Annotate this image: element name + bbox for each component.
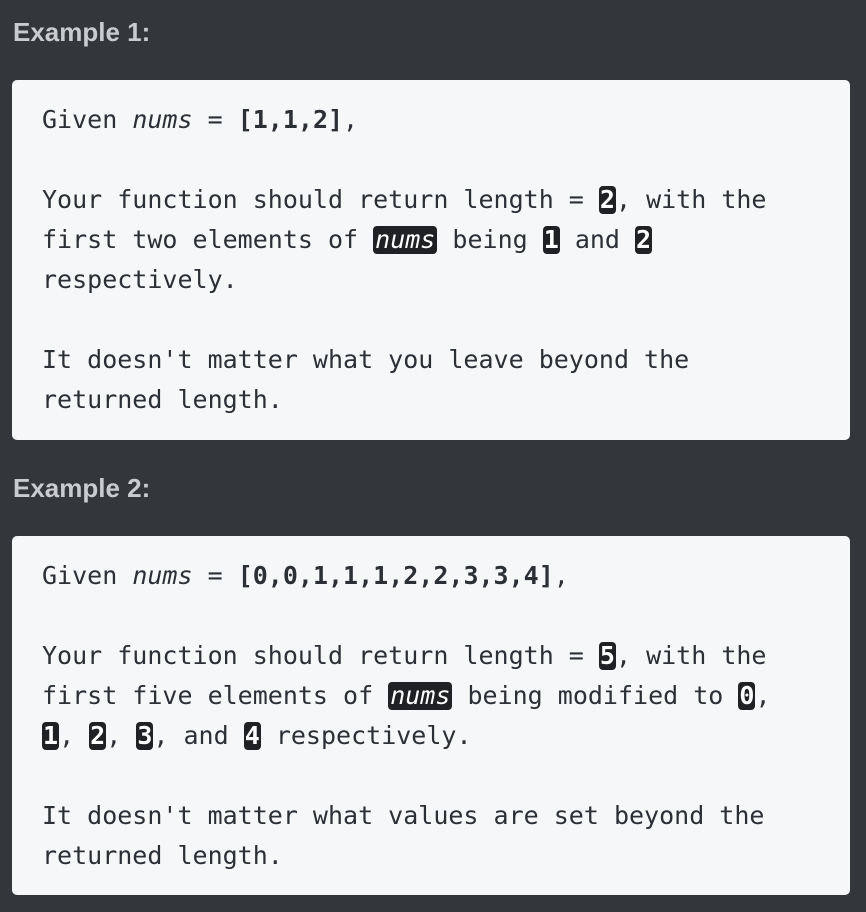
text: ,: [59, 721, 90, 750]
text: first five elements of: [42, 681, 389, 710]
example-1-line-5: It doesn't matter what you leave beyond …: [42, 345, 690, 374]
example-2-code-block: Given nums = [0,0,1,1,1,2,2,3,3,4], Your…: [12, 536, 850, 895]
text: , and: [153, 721, 244, 750]
example-2-line-2: Your function should return length = 5, …: [42, 636, 840, 676]
example-1-code-block: Given nums = [1,1,2], Your function shou…: [12, 80, 850, 440]
nums-highlight: nums: [388, 681, 453, 710]
value-highlight: 3: [136, 721, 154, 750]
return-length-value: 5: [598, 641, 616, 670]
text: first two elements of: [42, 225, 374, 254]
value-highlight: 2: [635, 225, 653, 254]
return-length-value: 2: [598, 185, 616, 214]
text: =: [192, 561, 238, 590]
value-highlight: 2: [89, 721, 107, 750]
example-1-line-2: Your function should return length = 2, …: [42, 180, 840, 220]
nums-variable: nums: [132, 105, 193, 134]
input-array: [0,0,1,1,1,2,2,3,3,4]: [237, 561, 554, 590]
example-1-line-3: first two elements of nums being 1 and 2: [42, 220, 840, 260]
example-1-line-4: respectively.: [42, 265, 238, 294]
example-2-heading: Example 2:: [13, 473, 151, 503]
text: Your function should return length =: [42, 641, 599, 670]
text: ,: [343, 105, 359, 134]
text: being modified to: [452, 681, 739, 710]
example-1-heading: Example 1:: [13, 17, 151, 47]
text: Given: [42, 561, 133, 590]
text: =: [192, 105, 238, 134]
input-array: [1,1,2]: [237, 105, 344, 134]
value-highlight: 4: [243, 721, 261, 750]
text: ,: [553, 561, 569, 590]
value-highlight: 1: [542, 225, 560, 254]
text: being: [437, 225, 543, 254]
nums-highlight: nums: [373, 225, 438, 254]
example-2-line-1: Given nums = [0,0,1,1,1,2,2,3,3,4],: [42, 556, 840, 596]
example-2-line-6: returned length.: [42, 841, 283, 870]
example-2-line-4: 1, 2, 3, and 4 respectively.: [42, 716, 840, 756]
text: respectively.: [260, 721, 472, 750]
text: ,: [755, 681, 771, 710]
text: , with the: [615, 641, 767, 670]
value-highlight: 0: [738, 681, 756, 710]
text: Given: [42, 105, 133, 134]
text: ,: [106, 721, 137, 750]
text: Your function should return length =: [42, 185, 599, 214]
text: , with the: [615, 185, 767, 214]
nums-variable: nums: [132, 561, 193, 590]
value-highlight: 1: [42, 721, 60, 750]
example-2-line-5: It doesn't matter what values are set be…: [42, 801, 765, 830]
text: and: [559, 225, 636, 254]
example-1-line-6: returned length.: [42, 385, 283, 414]
example-1-line-1: Given nums = [1,1,2],: [42, 100, 840, 140]
example-2-line-3: first five elements of nums being modifi…: [42, 676, 840, 716]
